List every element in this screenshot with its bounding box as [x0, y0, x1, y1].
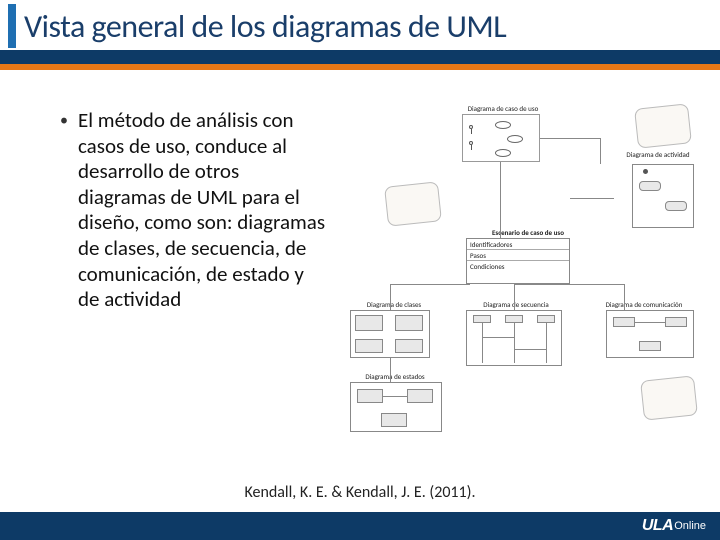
label-classes: Diagrama de clases	[354, 300, 434, 309]
content-area: • El método de análisis con casos de uso…	[60, 108, 700, 470]
class-diagram-box	[350, 310, 430, 358]
communication-diagram-box	[606, 310, 694, 358]
label-usecase: Diagrama de caso de uso	[458, 104, 548, 113]
bullet-text: El método de análisis con casos de uso, …	[78, 108, 330, 470]
scenario-box: Identificadores Pasos Condiciones	[466, 238, 570, 284]
state-diagram-box	[350, 382, 442, 432]
sequence-diagram-box	[466, 310, 562, 366]
footer-bar: ULA Online	[0, 512, 720, 540]
label-states: Diagrama de estados	[350, 372, 440, 381]
label-activity: Diagrama de actividad	[618, 150, 698, 159]
footer-logo-sub: Online	[674, 520, 706, 532]
label-sequence: Diagrama de secuencia	[466, 300, 566, 309]
bullet-marker: •	[60, 108, 68, 470]
label-communication: Diagrama de comunicación	[590, 300, 698, 309]
activity-diagram-box	[632, 164, 694, 228]
footer-logo-brand: ULA	[642, 517, 673, 535]
title-accent	[8, 4, 16, 48]
label-scenario: Escenario de caso de uso	[468, 228, 588, 237]
label-steps: Pasos	[470, 251, 486, 260]
title-bar: Vista general de los diagramas de UML	[0, 0, 720, 48]
bullet-column: • El método de análisis con casos de uso…	[60, 108, 330, 470]
note-bubble-1	[634, 103, 692, 148]
title-underline	[0, 50, 720, 70]
usecase-diagram-box	[462, 114, 540, 162]
note-bubble-3	[640, 375, 698, 420]
citation: Kendall, K. E. & Kendall, J. E. (2011).	[0, 483, 720, 502]
note-bubble-2	[384, 181, 442, 226]
uml-overview-diagram: Diagrama de caso de uso Diagrama de acti…	[350, 108, 700, 470]
label-identifiers: Identificadores	[470, 240, 512, 249]
label-conditions: Condiciones	[470, 262, 505, 271]
slide-title: Vista general de los diagramas de UML	[24, 7, 506, 46]
